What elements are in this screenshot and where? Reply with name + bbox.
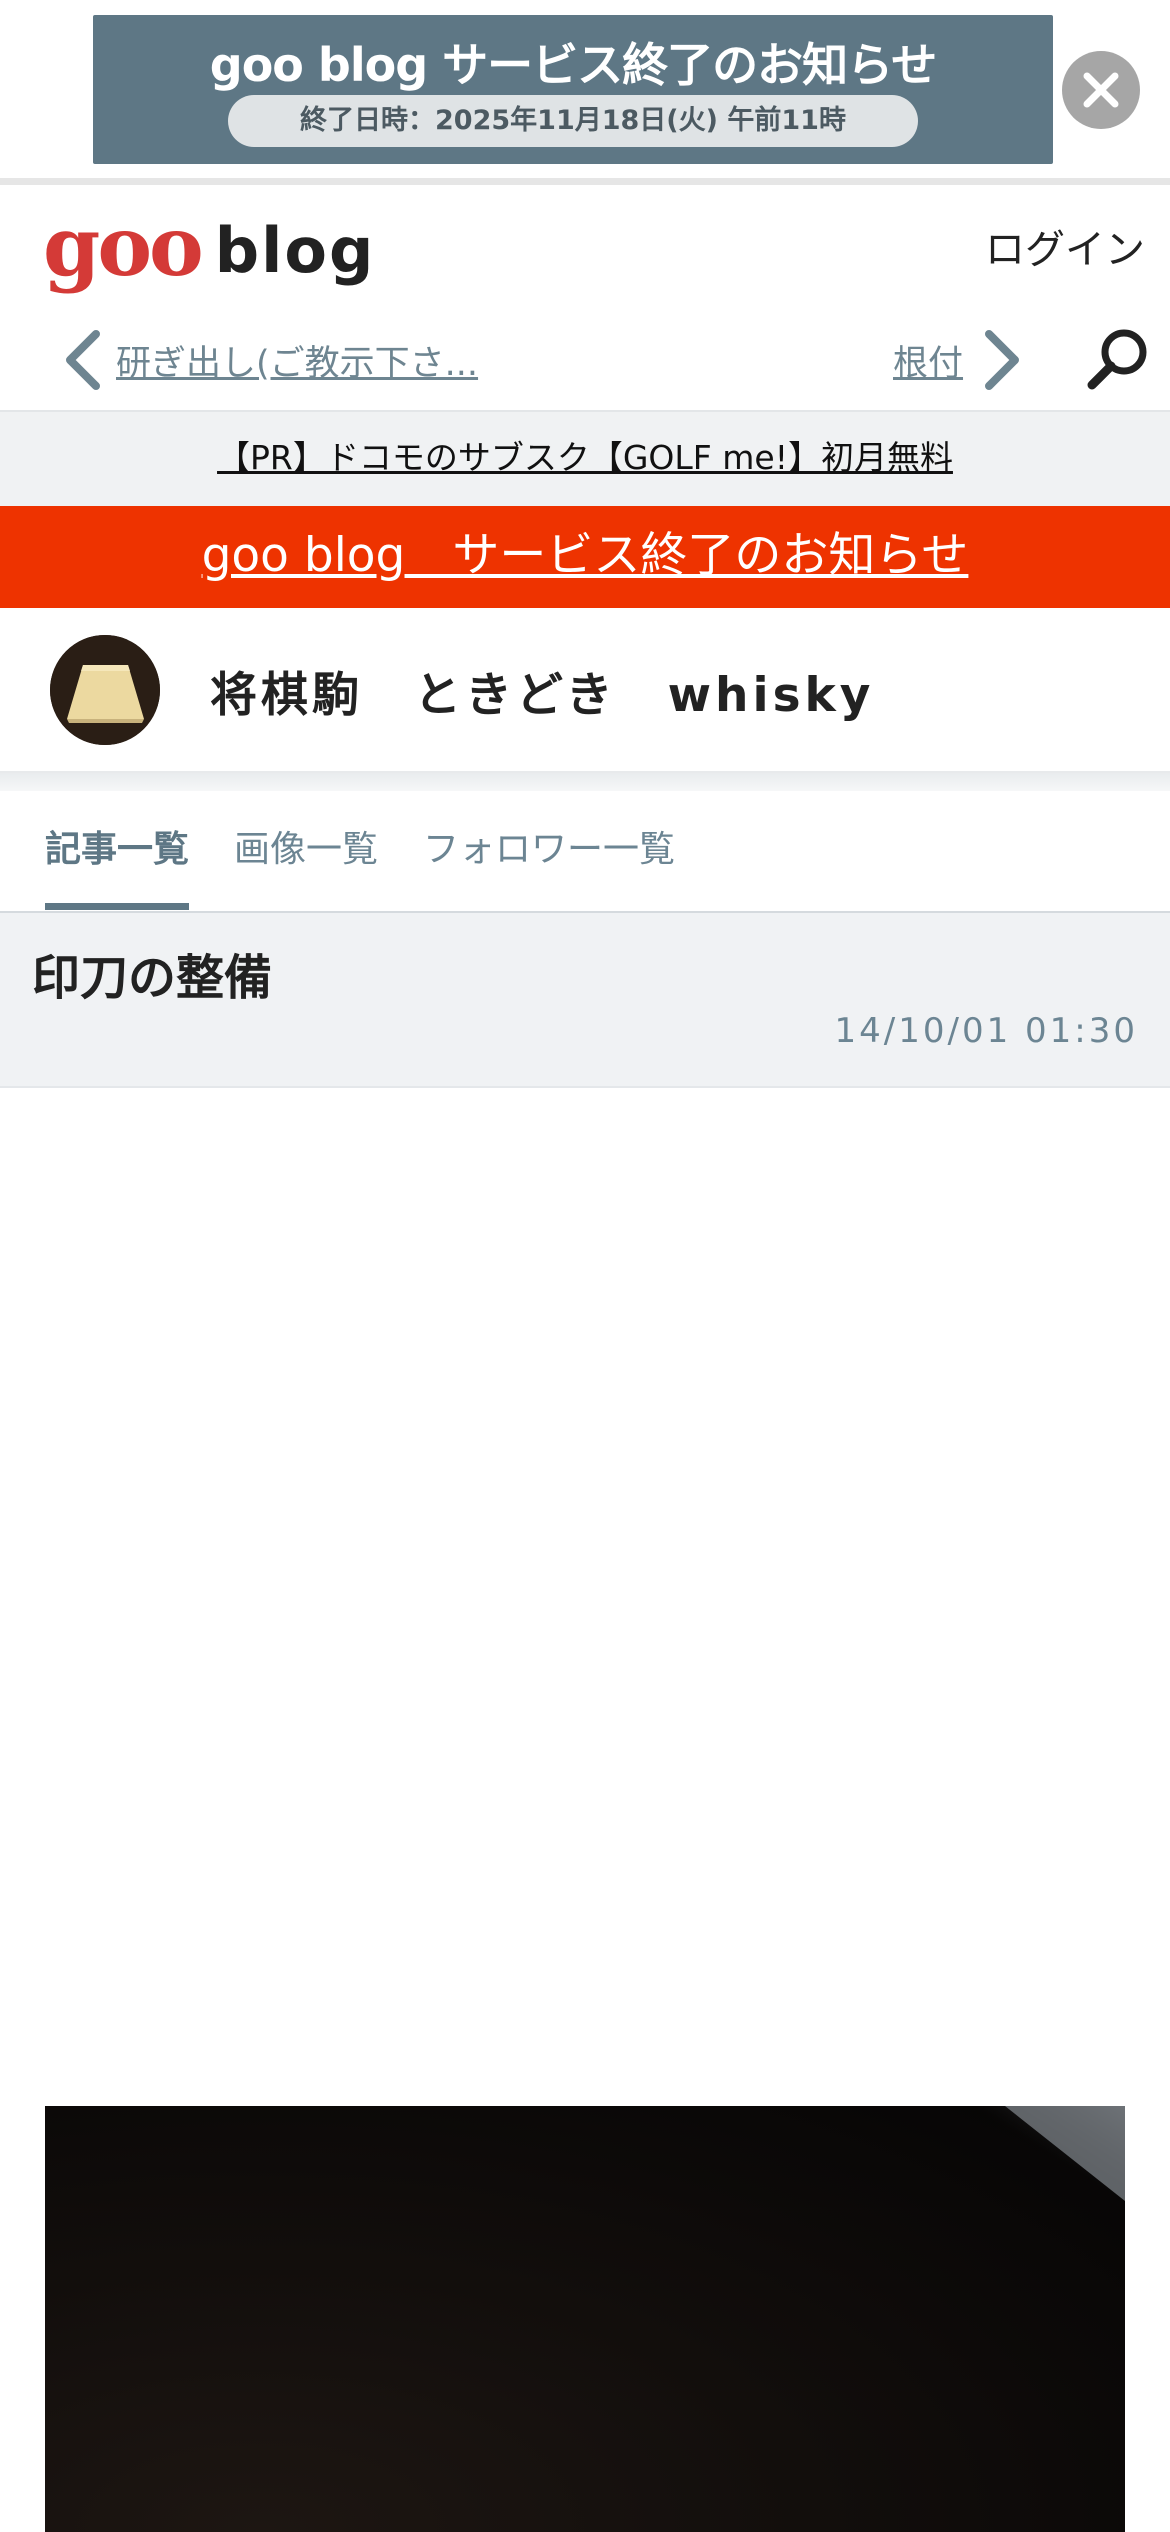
login-link[interactable]: ログイン: [985, 217, 1145, 275]
tab-images[interactable]: 画像一覧: [234, 791, 378, 911]
article-header: 印刀の整備 14/10/01 01:30: [0, 913, 1170, 1088]
blog-title[interactable]: 将棋駒 ときどき whisky: [210, 656, 874, 725]
active-tab-indicator: [45, 903, 189, 910]
service-end-ad[interactable]: goo blog サービス終了のお知らせ 終了日時：2025年11月18日(火)…: [93, 15, 1053, 164]
shogi-piece-image: [50, 635, 160, 745]
avatar[interactable]: [50, 635, 160, 745]
service-notice-bar: goo blog サービス終了のお知らせ: [0, 506, 1170, 608]
service-notice-link[interactable]: goo blog サービス終了のお知らせ: [202, 528, 969, 583]
search-icon: [1087, 329, 1147, 390]
banner-divider: [0, 178, 1170, 185]
site-header: goo blog ログイン: [0, 185, 1170, 310]
section-divider: [0, 773, 1170, 791]
article-body: [0, 1090, 1170, 2532]
logo-goo-text: goo: [43, 199, 204, 295]
next-article-label: 根付: [893, 343, 964, 384]
logo-blog-text: blog: [214, 214, 376, 287]
close-icon: [1083, 72, 1119, 108]
prev-article-link[interactable]: 研ぎ出し(ご教示下さ...: [60, 324, 478, 396]
tab-followers[interactable]: フォロワー一覧: [423, 791, 675, 911]
article-photo-image: [975, 2106, 1125, 2226]
pr-strip: 【PR】ドコモのサブスク【GOLF me!】初月無料: [0, 410, 1170, 506]
article-date: 14/10/01 01:30: [834, 1011, 1138, 1051]
goo-blog-logo[interactable]: goo blog: [43, 199, 376, 295]
next-article-link[interactable]: 根付: [893, 324, 1025, 396]
service-end-ad-date: 終了日時：2025年11月18日(火) 午前11時: [228, 95, 918, 147]
chevron-right-icon: [985, 330, 1020, 390]
service-end-ad-title: goo blog サービス終了のお知らせ: [209, 38, 937, 92]
pr-link[interactable]: 【PR】ドコモのサブスク【GOLF me!】初月無料: [217, 438, 953, 477]
top-notice-banner: goo blog サービス終了のお知らせ 終了日時：2025年11月18日(火)…: [0, 0, 1170, 178]
article-photo[interactable]: [45, 2106, 1125, 2532]
close-banner-button[interactable]: [1062, 51, 1140, 129]
tab-articles[interactable]: 記事一覧: [45, 791, 189, 911]
blog-identity: 将棋駒 ときどき whisky: [0, 608, 1170, 773]
article-title: 印刀の整備: [32, 950, 273, 1006]
chevron-left-icon: [66, 330, 100, 390]
article-navigation: 研ぎ出し(ご教示下さ... 根付: [0, 310, 1170, 410]
prev-article-label: 研ぎ出し(ご教示下さ...: [116, 343, 479, 384]
search-button[interactable]: [1082, 324, 1152, 394]
blog-tabs: 記事一覧 画像一覧 フォロワー一覧: [0, 791, 1170, 913]
